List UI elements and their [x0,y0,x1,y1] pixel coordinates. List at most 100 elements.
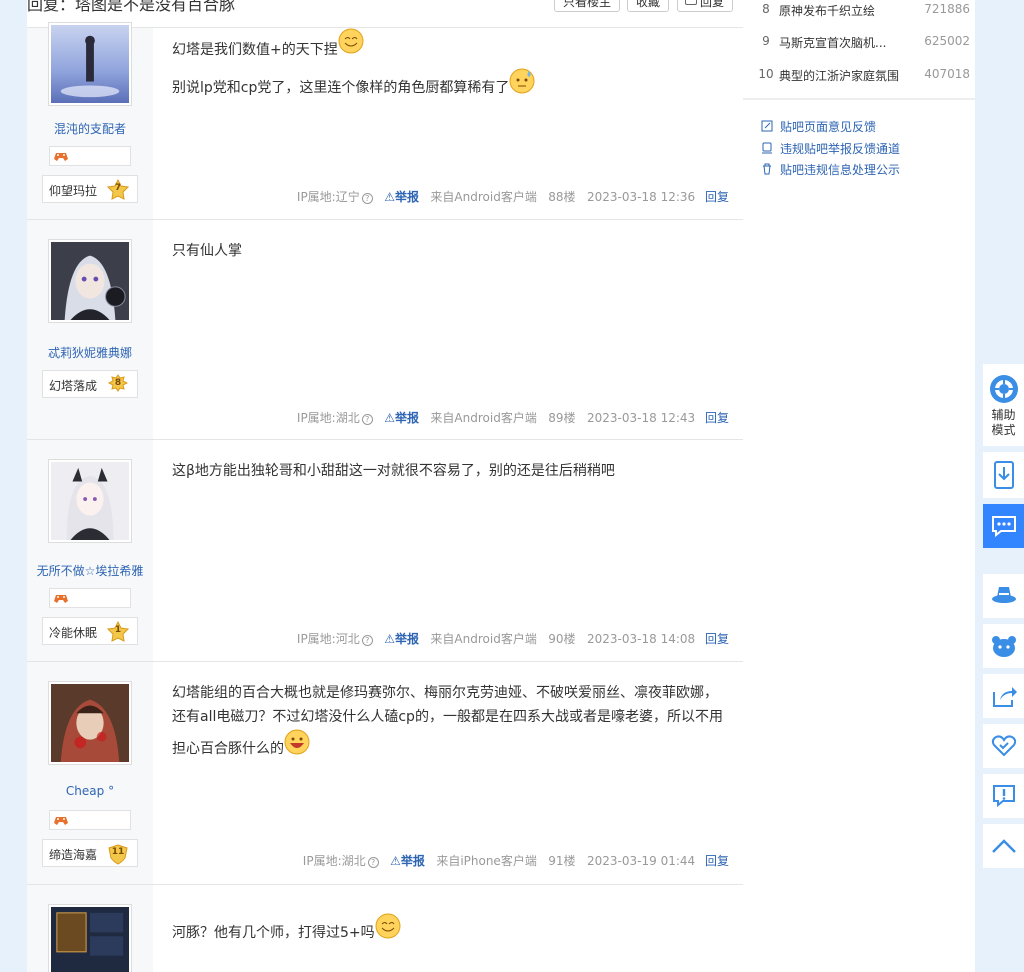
report-icon [762,142,772,154]
level-number: 7 [114,183,122,193]
avatar-image [51,242,129,320]
share-button[interactable] [983,674,1024,718]
level-number: 11 [111,847,125,857]
client-source: 来自Android客户端 [430,632,537,646]
download-app-button[interactable] [983,452,1024,498]
phone-download-icon [993,461,1014,489]
report-link[interactable]: ⚠举报 [384,190,419,204]
post-list: 混沌的支配者 仰望玛拉 7 幻塔是我们数值+的天下捏 别说lp党和cp党了，这里… [27,22,743,972]
post-90: 无所不做☆埃拉希雅 冷能休眠 1 这β地方能出独轮哥和小甜甜这一对就很不容易了，… [27,440,743,662]
level-badge[interactable]: 冷能休眠 1 [42,617,138,645]
reply-link[interactable]: 回复 [705,854,729,868]
edit-icon [761,120,773,132]
floor-number: 89楼 [548,411,576,425]
post-line: 只有仙人掌 [172,243,242,259]
comment-button[interactable] [983,504,1024,548]
avatar-image [51,684,129,762]
post-line: 幻塔是我们数值+的天下捏 [172,42,338,58]
hot-title[interactable]: 原神发布千织立绘 [779,2,905,19]
level-name: 仰望玛拉 [49,184,98,198]
level-badge[interactable]: 仰望玛拉 7 [42,175,138,203]
avatar[interactable] [48,681,132,765]
avatar[interactable] [48,239,132,323]
username[interactable]: Cheap ° [27,784,153,798]
sidebar-divider [743,98,975,100]
post-meta: IP属地:河北? ⚠举报 来自Android客户端 90楼 2023-03-18… [297,630,729,647]
help-icon[interactable]: ? [367,857,379,868]
avatar-image [51,907,129,972]
client-source: 来自Android客户端 [430,411,537,425]
level-star-icon: 1 [106,620,130,643]
collect-button[interactable]: 收藏 [627,0,670,12]
thread-header: 回复：塔图是不是没有百合豚 只看楼主 收藏 回复 [27,0,743,28]
reply-link[interactable]: 回复 [705,190,729,204]
hot-title[interactable]: 典型的江浙沪家庭氛围 [779,67,905,84]
reply-link[interactable]: 回复 [705,632,729,646]
hot-count: 625002 [924,34,970,48]
magic-hat-button[interactable] [983,574,1024,618]
author-panel: Cheap ° 缔造海嘉 11 [27,662,153,884]
hot-title[interactable]: 马斯克宣首次脑机... [779,34,905,51]
assist-mode-label-line2: 模式 [991,423,1016,437]
accessibility-icon [989,375,1018,403]
assist-mode-label-line1: 辅助 [991,408,1016,422]
avatar-image [51,25,129,103]
ip-location: IP属地:湖北 [296,411,360,425]
smile-emoji-icon [375,913,401,939]
author-panel [27,885,153,972]
report-link[interactable]: ⚠举报 [384,411,419,425]
report-link[interactable]: ⚠举报 [390,854,425,868]
level-badge[interactable]: 缔造海嘉 11 [42,839,138,867]
level-badge[interactable]: 幻塔落成 8 [42,370,138,398]
back-to-top-button[interactable] [983,824,1024,868]
gamepad-icon [54,817,68,825]
ip-location: IP属地:辽宁 [296,190,360,204]
post-content: 河豚？他有几个师，打得过5+吗 [172,913,729,951]
game-badge[interactable] [49,588,131,608]
level-name: 冷能休眠 [49,626,98,640]
username[interactable]: 混沌的支配者 [27,120,153,137]
avatar[interactable] [48,459,132,543]
username[interactable]: 无所不做☆埃拉希雅 [27,562,153,579]
post-meta: IP属地:湖北? ⚠举报 来自Android客户端 89楼 2023-03-18… [297,409,729,426]
help-icon[interactable]: ? [361,635,373,646]
ip-location: IP属地:河北 [296,632,360,646]
username[interactable]: 忒莉狄妮雅典娜 [27,344,153,361]
post-time: 2023-03-19 01:44 [587,854,696,868]
post-time: 2023-03-18 14:08 [587,632,696,646]
post-meta: IP属地:湖北? ⚠举报 来自iPhone客户端 91楼 2023-03-19 … [303,852,729,869]
floor-number: 91楼 [548,854,576,868]
assist-mode-button[interactable]: 辅助 模式 [983,364,1024,446]
warning-icon: ⚠ [390,854,401,868]
hot-rank: 9 [762,34,770,48]
feedback-link[interactable]: 贴吧页面意见反馈 [761,118,876,135]
grin-emoji-icon [284,729,310,755]
help-icon[interactable]: ? [361,193,373,204]
alert-icon [992,785,1015,808]
reply-link[interactable]: 回复 [705,411,729,425]
report-link[interactable]: ⚠举报 [384,632,419,646]
level-name: 缔造海嘉 [49,848,98,862]
warning-icon: ⚠ [384,632,395,646]
reply-button-label: 回复 [700,0,725,9]
favorite-button[interactable] [983,724,1024,768]
bear-mascot-button[interactable] [983,624,1024,668]
post-line: 幻塔能组的百合大概也就是修玛赛弥尔、梅丽尔克劳迪娅、不破咲爱丽丝、凛夜菲欧娜，还… [172,685,723,757]
hot-rank: 8 [762,2,770,16]
hot-count: 721886 [924,2,970,16]
report-channel-link[interactable]: 违规贴吧举报反馈通道 [761,140,900,157]
violation-notice-link[interactable]: 贴吧违规信息处理公示 [761,161,900,178]
right-sidebar: 8 原神发布千织立绘 721886 9 马斯克宣首次脑机... 625002 1… [743,0,975,972]
avatar[interactable] [48,904,132,972]
only-owner-button[interactable]: 只看楼主 [554,0,621,12]
game-badge[interactable] [49,810,131,830]
post-88: 混沌的支配者 仰望玛拉 7 幻塔是我们数值+的天下捏 别说lp党和cp党了，这里… [27,22,743,220]
game-badge[interactable] [49,146,131,166]
author-panel: 无所不做☆埃拉希雅 冷能休眠 1 [27,440,153,661]
avatar[interactable] [48,22,132,106]
reply-icon [685,0,697,5]
report-feedback-button[interactable] [983,774,1024,818]
sweat-emoji-icon [509,68,535,94]
help-icon[interactable]: ? [361,414,373,425]
reply-button[interactable]: 回复 [677,0,734,12]
